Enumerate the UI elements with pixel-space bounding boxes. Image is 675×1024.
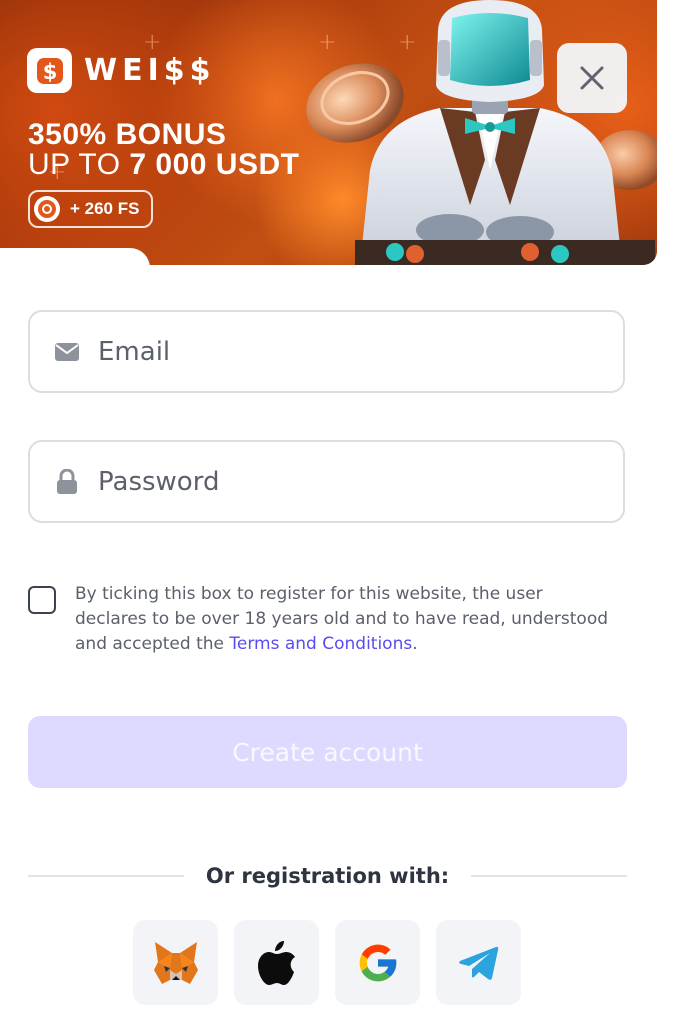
telegram-button[interactable] <box>436 920 521 1005</box>
social-divider: Or registration with: <box>28 861 628 891</box>
promo-banner[interactable]: + + + + $ WEI$$ 350% BONUS UP TO 7 000 U… <box>0 0 657 265</box>
close-icon <box>580 66 604 90</box>
banner-notch <box>0 248 150 278</box>
terms-row: By ticking this box to register for this… <box>28 582 628 657</box>
free-spins-badge: + 260 FS <box>28 190 154 228</box>
mail-icon <box>54 342 80 361</box>
bonus-headline: 350% BONUS <box>28 118 227 151</box>
metamask-button[interactable] <box>133 920 218 1005</box>
close-button[interactable] <box>557 43 627 113</box>
apple-icon <box>257 940 295 985</box>
terms-text-after: . <box>412 634 418 654</box>
divider-line-left <box>28 875 184 877</box>
terms-link[interactable]: Terms and Conditions <box>229 634 412 654</box>
telegram-icon <box>458 946 498 980</box>
social-heading: Or registration with: <box>205 864 450 888</box>
social-login-list <box>133 920 537 1005</box>
lock-icon <box>54 468 80 495</box>
terms-checkbox[interactable] <box>28 586 56 614</box>
email-input[interactable] <box>96 335 623 368</box>
robot-dealer-illustration <box>306 0 657 265</box>
divider-line-right <box>471 875 628 877</box>
free-spins-label: + 260 FS <box>70 199 140 218</box>
bonus-prefix: UP TO <box>28 148 130 181</box>
create-account-button[interactable]: Create account <box>28 716 627 788</box>
svg-text:$: $ <box>42 60 57 84</box>
password-input[interactable] <box>96 465 623 498</box>
bonus-subline: UP TO 7 000 USDT <box>28 148 299 182</box>
google-button[interactable] <box>335 920 420 1005</box>
metamask-fox-icon <box>153 941 198 984</box>
terms-text: By ticking this box to register for this… <box>75 582 615 657</box>
email-field[interactable] <box>28 310 625 393</box>
google-icon <box>359 944 396 981</box>
brand-name: WEI$$ <box>84 53 216 88</box>
password-field[interactable] <box>28 440 625 523</box>
bonus-amount: 7 000 USDT <box>129 148 300 181</box>
apple-button[interactable] <box>234 920 319 1005</box>
brand-logo: $ WEI$$ <box>27 48 216 93</box>
casino-chip-icon <box>34 196 60 222</box>
dollar-icon: $ <box>27 48 72 93</box>
